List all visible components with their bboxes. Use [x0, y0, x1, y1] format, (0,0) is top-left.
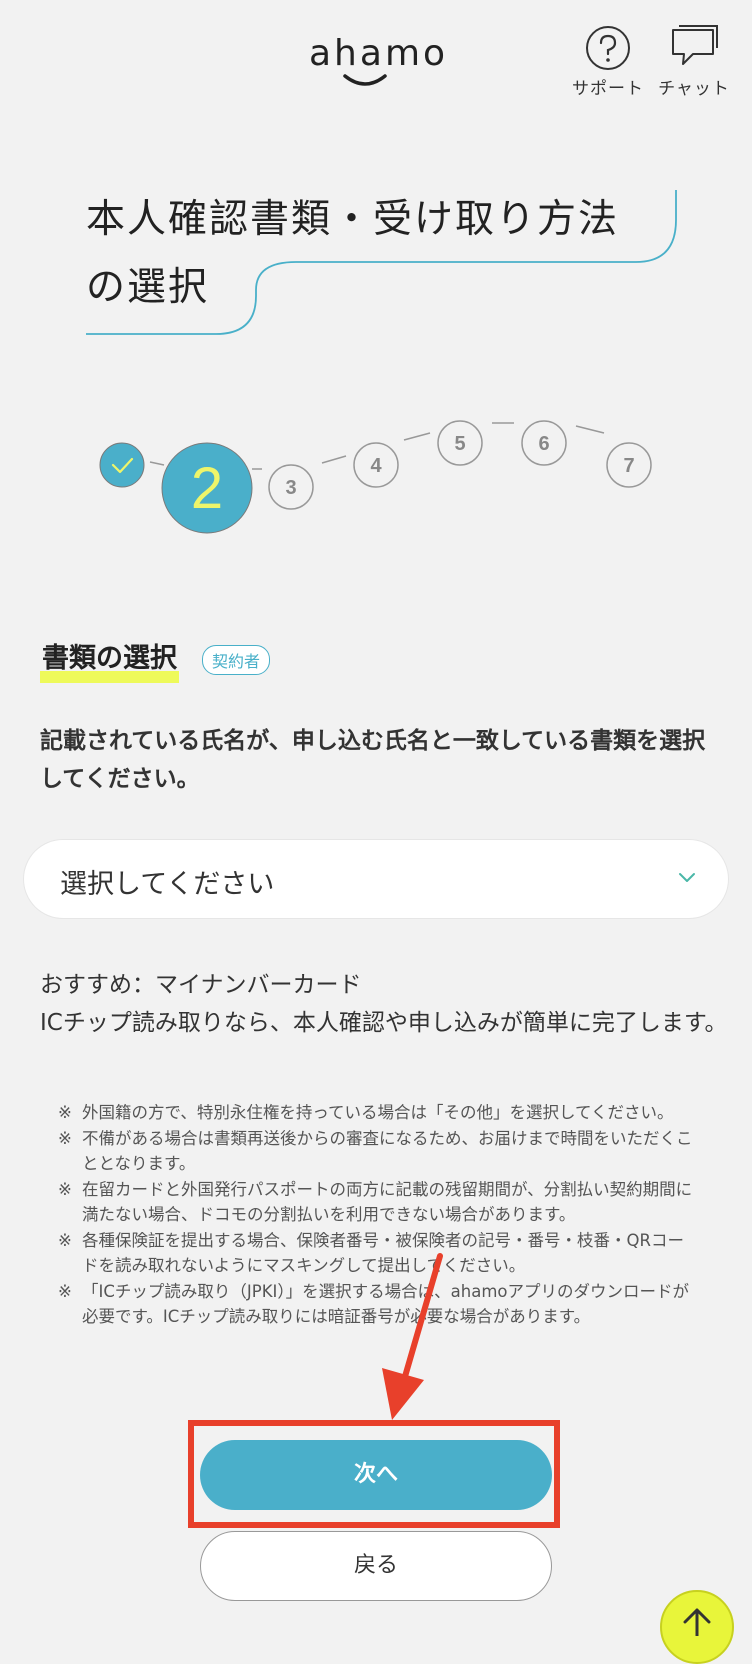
- ahamo-logo[interactable]: ahamo: [305, 33, 449, 86]
- select-placeholder: 選択してください: [60, 869, 275, 900]
- note-item: ※ 不備がある場合は書類再送後からの審査になるため、お届けまで時間をいただくことと…: [58, 1128, 693, 1174]
- step-3: 3: [268, 464, 314, 510]
- support-button[interactable]: サポート: [566, 24, 650, 99]
- scroll-to-top-button[interactable]: [660, 1590, 734, 1664]
- page-title-line2: の選択: [86, 265, 210, 310]
- progress-stepper: 2 3 4 5 6 7: [99, 420, 652, 534]
- step-6: 6: [521, 420, 567, 466]
- step-connector: [149, 461, 165, 466]
- support-label: サポート: [572, 79, 644, 99]
- step-connector: [321, 455, 347, 464]
- annotation-highlight-box: [188, 1420, 560, 1528]
- step-6-number: 6: [538, 433, 549, 455]
- notes-list: ※ 外国籍の方で、特別永住権を持っている場合は「その他」を選択してください。 ※ 不…: [58, 1100, 698, 1330]
- recommendation-body: ICチップ読み取りなら、本人確認や申し込みが簡単に完了します。: [40, 1010, 728, 1036]
- help-icon: [586, 26, 630, 70]
- arrow-up-icon: [683, 1608, 711, 1636]
- step-4-number: 4: [370, 455, 382, 477]
- step-5: 5: [437, 420, 483, 466]
- note-item: ※ 「ICチップ読み取り（JPKI）」を選択する場合は、ahamoアプリのダウンロ…: [58, 1281, 689, 1327]
- step-5-number: 5: [454, 433, 465, 455]
- chevron-down-icon: [679, 873, 695, 882]
- step-3-number: 3: [285, 477, 296, 499]
- section-heading-text: 書類の選択: [42, 643, 177, 674]
- step-2-current: 2: [161, 442, 253, 534]
- instruction-text: 記載されている氏名が、申し込む氏名と一致している書類を選択してください。: [40, 728, 706, 792]
- recommendation: おすすめ：マイナンバーカード ICチップ読み取りなら、本人確認や申し込みが簡単に…: [40, 966, 730, 1042]
- page-title: 本人確認書類・受け取り方法 の選択: [86, 186, 619, 322]
- logo-smile-icon: [343, 74, 387, 86]
- note-item: ※ 在留カードと外国発行パスポートの両方に記載の残留期間が、分割払い契約期間に満た…: [58, 1179, 693, 1225]
- step-connector: [575, 425, 605, 434]
- back-button[interactable]: 戻る: [200, 1531, 552, 1601]
- step-1-completed: [99, 442, 145, 488]
- chat-icon: [672, 25, 718, 65]
- step-7: 7: [606, 442, 652, 488]
- chat-button[interactable]: チャット: [652, 24, 736, 99]
- section-heading: 書類の選択: [40, 636, 179, 683]
- step-7-number: 7: [623, 455, 634, 477]
- document-type-select[interactable]: 選択してください: [24, 840, 728, 918]
- step-2-number: 2: [191, 456, 223, 521]
- contractor-badge: 契約者: [202, 645, 271, 675]
- step-connector: [403, 432, 431, 441]
- chat-label: チャット: [658, 79, 730, 99]
- page-title-line1: 本人確認書類・受け取り方法: [86, 197, 620, 242]
- step-4: 4: [353, 442, 399, 488]
- annotation-arrow-icon: [382, 1253, 443, 1420]
- logo-text: ahamo: [309, 33, 449, 74]
- note-item: ※ 外国籍の方で、特別永住権を持っている場合は「その他」を選択してください。: [58, 1103, 674, 1122]
- recommendation-title: おすすめ：マイナンバーカード: [40, 972, 362, 998]
- note-item: ※ 各種保険証を提出する場合、保険者番号・被保険者の記号・番号・枝番・QRコードを…: [58, 1230, 684, 1276]
